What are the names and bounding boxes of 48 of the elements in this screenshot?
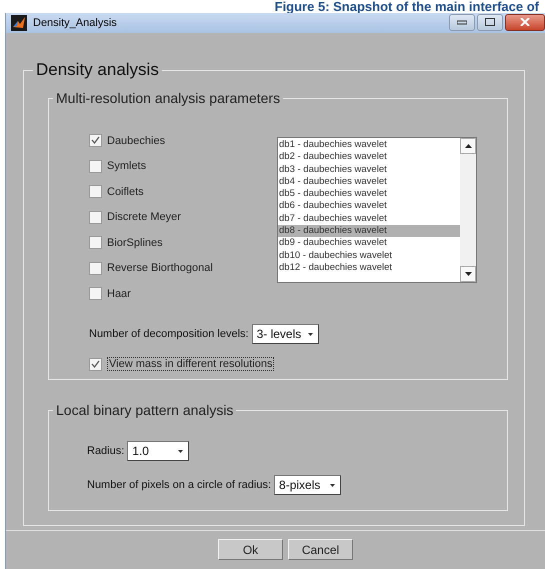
check-icon bbox=[91, 136, 100, 146]
panel-title: Density analysis bbox=[33, 60, 162, 80]
dropdown-arrow-icon bbox=[330, 484, 336, 487]
list-item[interactable]: db6 - daubechies wavelet bbox=[278, 200, 460, 213]
wavelet-checkbox[interactable]: Reverse Biorthogonal bbox=[89, 256, 277, 281]
maximize-button[interactable] bbox=[477, 14, 503, 30]
scroll-down-icon[interactable] bbox=[460, 266, 476, 282]
group-title: Multi-resolution analysis parameters bbox=[53, 90, 284, 106]
wavelet-checkbox[interactable]: Discrete Meyer bbox=[89, 204, 277, 230]
close-icon bbox=[520, 18, 530, 26]
list-item[interactable]: db2 - daubechies wavelet bbox=[278, 151, 460, 164]
levels-dropdown[interactable]: 3- levels bbox=[252, 324, 319, 344]
dialog-button[interactable]: Ok bbox=[218, 539, 283, 560]
pixels-dropdown[interactable]: 8-pixels bbox=[274, 475, 342, 495]
maximize-icon bbox=[485, 18, 495, 26]
check-icon bbox=[91, 360, 100, 369]
scrollbar[interactable] bbox=[460, 138, 476, 282]
wavelet-checkbox[interactable]: Daubechies bbox=[89, 128, 277, 154]
levels-label: Number of decomposition levels: bbox=[89, 328, 249, 340]
wavelet-checkbox[interactable]: Haar bbox=[89, 281, 277, 306]
list-item[interactable]: db12 - daubechies wavelet bbox=[278, 262, 460, 274]
list-item[interactable]: db4 - daubechies wavelet bbox=[278, 176, 460, 188]
wavelet-checkbox[interactable]: Symlets bbox=[89, 154, 277, 179]
view-mass-checkbox[interactable]: View mass in different resolutions bbox=[89, 352, 507, 377]
scroll-up-icon[interactable] bbox=[460, 138, 476, 154]
window-title: Density_Analysis bbox=[33, 17, 117, 29]
pixels-label: Number of pixels on a circle of radius: bbox=[87, 479, 272, 491]
list-item[interactable]: db7 - daubechies wavelet bbox=[278, 212, 460, 226]
list-item[interactable]: db5 - daubechies wavelet bbox=[278, 188, 460, 200]
figure-caption: Figure 5: Snapshot of the main interface of bbox=[274, 0, 540, 13]
list-item[interactable]: db10 - daubechies wavelet bbox=[278, 250, 460, 262]
wavelet-checkbox[interactable]: Coiflets bbox=[89, 179, 277, 204]
close-button[interactable] bbox=[505, 14, 545, 30]
radius-dropdown[interactable]: 1.0 bbox=[127, 441, 190, 461]
list-item[interactable]: db9 - daubechies wavelet bbox=[278, 237, 460, 250]
minimize-icon bbox=[457, 19, 467, 25]
minimize-button[interactable] bbox=[449, 14, 475, 30]
list-item[interactable]: db8 - daubechies wavelet bbox=[278, 225, 460, 238]
wavelet-listbox[interactable] bbox=[277, 137, 477, 283]
wavelet-checkbox[interactable]: BiorSplines bbox=[89, 230, 277, 256]
dialog-button[interactable]: Cancel bbox=[288, 539, 353, 560]
dropdown-arrow-icon bbox=[178, 450, 184, 453]
radius-label: Radius: bbox=[87, 445, 124, 457]
dropdown-arrow-icon bbox=[308, 332, 313, 336]
group-title: Local binary pattern analysis bbox=[53, 402, 236, 418]
list-item[interactable]: db3 - daubechies wavelet bbox=[278, 164, 460, 176]
list-item[interactable]: db1 - daubechies wavelet bbox=[278, 139, 460, 152]
app-icon bbox=[11, 15, 27, 31]
